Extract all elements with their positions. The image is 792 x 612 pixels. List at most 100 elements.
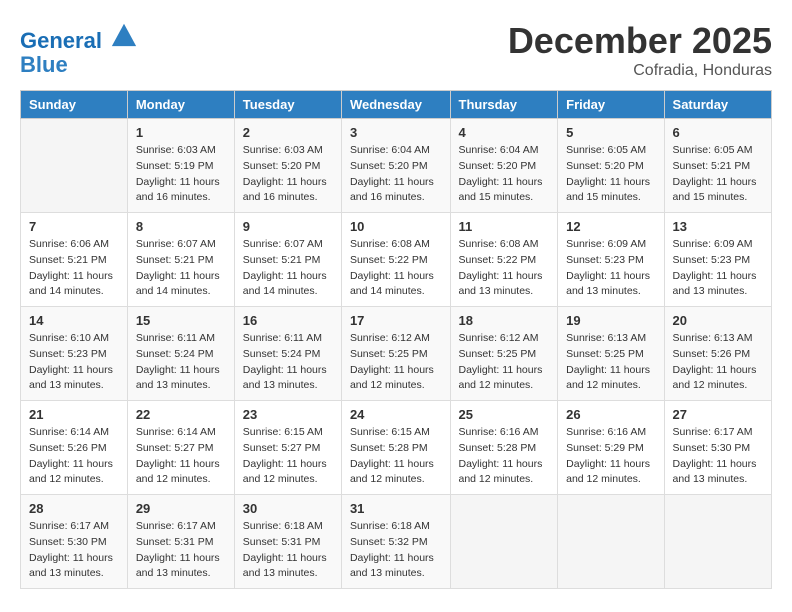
calendar-cell: 26Sunrise: 6:16 AMSunset: 5:29 PMDayligh… — [558, 401, 664, 495]
calendar-cell: 21Sunrise: 6:14 AMSunset: 5:26 PMDayligh… — [21, 401, 128, 495]
day-number: 20 — [673, 313, 763, 328]
day-number: 4 — [459, 125, 550, 140]
day-number: 14 — [29, 313, 119, 328]
day-number: 17 — [350, 313, 442, 328]
location-subtitle: Cofradia, Honduras — [508, 62, 772, 80]
calendar-cell: 15 Sunrise: 6:11 AMSunset: 5:24 PMDayligh… — [127, 307, 234, 401]
day-info: Sunrise: 6:16 AMSunset: 5:28 PMDaylight:… — [459, 425, 550, 488]
day-number: 30 — [243, 501, 333, 516]
day-number: 28 — [29, 501, 119, 516]
calendar-cell: 22 Sunrise: 6:14 AMSunset: 5:27 PMDayligh… — [127, 401, 234, 495]
day-number: 12 — [566, 219, 655, 234]
day-info: Sunrise: 6:05 AMSunset: 5:21 PMDaylight:… — [673, 143, 763, 206]
day-info: Sunrise: 6:04 AMSunset: 5:20 PMDaylight:… — [350, 143, 442, 206]
calendar-cell: 30Sunrise: 6:18 AMSunset: 5:31 PMDayligh… — [234, 495, 341, 589]
calendar-cell: 13Sunrise: 6:09 AMSunset: 5:23 PMDayligh… — [664, 213, 771, 307]
day-number: 1 — [136, 125, 226, 140]
calendar-cell: 10Sunrise: 6:08 AMSunset: 5:22 PMDayligh… — [341, 213, 450, 307]
calendar-cell: 8 Sunrise: 6:07 AMSunset: 5:21 PMDaylight… — [127, 213, 234, 307]
calendar-cell: 11 Sunrise: 6:08 AMSunset: 5:22 PMDayligh… — [450, 213, 558, 307]
day-info: Sunrise: 6:04 AMSunset: 5:20 PMDaylight:… — [459, 143, 550, 206]
day-info: Sunrise: 6:11 AMSunset: 5:24 PMDaylight:… — [243, 331, 333, 394]
day-info: Sunrise: 6:11 AMSunset: 5:24 PMDaylight:… — [136, 331, 226, 394]
day-info: Sunrise: 6:14 AMSunset: 5:27 PMDaylight:… — [136, 425, 226, 488]
calendar-cell — [21, 119, 128, 213]
day-number: 31 — [350, 501, 442, 516]
day-number: 23 — [243, 407, 333, 422]
calendar-cell: 20 Sunrise: 6:13 AMSunset: 5:26 PMDayligh… — [664, 307, 771, 401]
day-number: 8 — [136, 219, 226, 234]
calendar-cell: 18Sunrise: 6:12 AMSunset: 5:25 PMDayligh… — [450, 307, 558, 401]
day-info: Sunrise: 6:03 AMSunset: 5:19 PMDaylight:… — [136, 143, 226, 206]
day-info: Sunrise: 6:18 AMSunset: 5:32 PMDaylight:… — [350, 519, 442, 582]
day-info: Sunrise: 6:17 AMSunset: 5:30 PMDaylight:… — [673, 425, 763, 488]
calendar-cell: 9 Sunrise: 6:07 AMSunset: 5:21 PMDaylight… — [234, 213, 341, 307]
day-number: 19 — [566, 313, 655, 328]
day-number: 3 — [350, 125, 442, 140]
day-number: 22 — [136, 407, 226, 422]
calendar-cell: 27 Sunrise: 6:17 AMSunset: 5:30 PMDayligh… — [664, 401, 771, 495]
calendar-cell: 25 Sunrise: 6:16 AMSunset: 5:28 PMDayligh… — [450, 401, 558, 495]
header-day-saturday: Saturday — [664, 91, 771, 119]
calendar-cell — [664, 495, 771, 589]
day-info: Sunrise: 6:08 AMSunset: 5:22 PMDaylight:… — [350, 237, 442, 300]
day-info: Sunrise: 6:12 AMSunset: 5:25 PMDaylight:… — [350, 331, 442, 394]
calendar-cell: 1 Sunrise: 6:03 AMSunset: 5:19 PMDaylight… — [127, 119, 234, 213]
header-day-sunday: Sunday — [21, 91, 128, 119]
day-number: 27 — [673, 407, 763, 422]
header-day-wednesday: Wednesday — [341, 91, 450, 119]
header-day-friday: Friday — [558, 91, 664, 119]
logo-text: General Blue — [20, 20, 138, 77]
day-info: Sunrise: 6:07 AMSunset: 5:21 PMDaylight:… — [243, 237, 333, 300]
day-number: 11 — [459, 219, 550, 234]
calendar-cell: 5Sunrise: 6:05 AMSunset: 5:20 PMDaylight… — [558, 119, 664, 213]
calendar-week-row: 7 Sunrise: 6:06 AMSunset: 5:21 PMDaylight… — [21, 213, 772, 307]
calendar-cell: 29Sunrise: 6:17 AMSunset: 5:31 PMDayligh… — [127, 495, 234, 589]
day-info: Sunrise: 6:07 AMSunset: 5:21 PMDaylight:… — [136, 237, 226, 300]
calendar-week-row: 21Sunrise: 6:14 AMSunset: 5:26 PMDayligh… — [21, 401, 772, 495]
title-section: December 2025 Cofradia, Honduras — [508, 20, 772, 80]
day-info: Sunrise: 6:09 AMSunset: 5:23 PMDaylight:… — [673, 237, 763, 300]
day-info: Sunrise: 6:13 AMSunset: 5:25 PMDaylight:… — [566, 331, 655, 394]
calendar-table: SundayMondayTuesdayWednesdayThursdayFrid… — [20, 90, 772, 589]
calendar-cell — [450, 495, 558, 589]
day-number: 9 — [243, 219, 333, 234]
day-info: Sunrise: 6:13 AMSunset: 5:26 PMDaylight:… — [673, 331, 763, 394]
day-number: 7 — [29, 219, 119, 234]
calendar-cell: 24Sunrise: 6:15 AMSunset: 5:28 PMDayligh… — [341, 401, 450, 495]
calendar-week-row: 14 Sunrise: 6:10 AMSunset: 5:23 PMDayligh… — [21, 307, 772, 401]
calendar-cell — [558, 495, 664, 589]
day-number: 2 — [243, 125, 333, 140]
month-title: December 2025 — [508, 20, 772, 62]
day-number: 25 — [459, 407, 550, 422]
day-info: Sunrise: 6:16 AMSunset: 5:29 PMDaylight:… — [566, 425, 655, 488]
calendar-week-row: 1 Sunrise: 6:03 AMSunset: 5:19 PMDaylight… — [21, 119, 772, 213]
day-info: Sunrise: 6:12 AMSunset: 5:25 PMDaylight:… — [459, 331, 550, 394]
day-number: 21 — [29, 407, 119, 422]
header-day-tuesday: Tuesday — [234, 91, 341, 119]
page-header: General Blue December 2025 Cofradia, Hon… — [20, 20, 772, 80]
calendar-cell: 6 Sunrise: 6:05 AMSunset: 5:21 PMDaylight… — [664, 119, 771, 213]
logo-general: General — [20, 28, 102, 53]
day-number: 6 — [673, 125, 763, 140]
day-info: Sunrise: 6:10 AMSunset: 5:23 PMDaylight:… — [29, 331, 119, 394]
day-info: Sunrise: 6:06 AMSunset: 5:21 PMDaylight:… — [29, 237, 119, 300]
logo-icon — [110, 20, 138, 48]
day-info: Sunrise: 6:17 AMSunset: 5:30 PMDaylight:… — [29, 519, 119, 582]
calendar-cell: 4 Sunrise: 6:04 AMSunset: 5:20 PMDaylight… — [450, 119, 558, 213]
calendar-week-row: 28 Sunrise: 6:17 AMSunset: 5:30 PMDayligh… — [21, 495, 772, 589]
day-info: Sunrise: 6:08 AMSunset: 5:22 PMDaylight:… — [459, 237, 550, 300]
day-info: Sunrise: 6:15 AMSunset: 5:28 PMDaylight:… — [350, 425, 442, 488]
day-info: Sunrise: 6:15 AMSunset: 5:27 PMDaylight:… — [243, 425, 333, 488]
header-day-thursday: Thursday — [450, 91, 558, 119]
calendar-cell: 14 Sunrise: 6:10 AMSunset: 5:23 PMDayligh… — [21, 307, 128, 401]
day-number: 15 — [136, 313, 226, 328]
calendar-cell: 3 Sunrise: 6:04 AMSunset: 5:20 PMDaylight… — [341, 119, 450, 213]
day-info: Sunrise: 6:05 AMSunset: 5:20 PMDaylight:… — [566, 143, 655, 206]
header-day-monday: Monday — [127, 91, 234, 119]
day-info: Sunrise: 6:03 AMSunset: 5:20 PMDaylight:… — [243, 143, 333, 206]
calendar-cell: 28 Sunrise: 6:17 AMSunset: 5:30 PMDayligh… — [21, 495, 128, 589]
calendar-cell: 2 Sunrise: 6:03 AMSunset: 5:20 PMDaylight… — [234, 119, 341, 213]
day-number: 29 — [136, 501, 226, 516]
logo: General Blue — [20, 20, 138, 77]
